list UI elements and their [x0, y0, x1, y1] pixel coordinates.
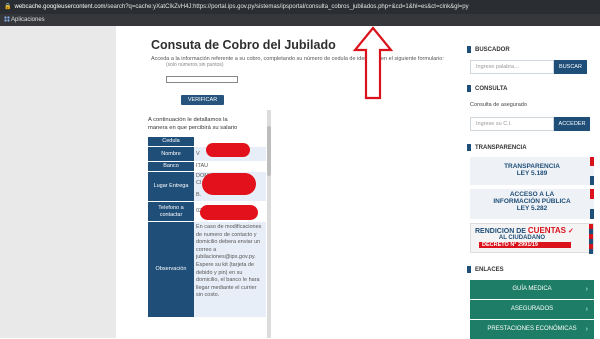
banner2-line3: LEY 5.282: [516, 205, 548, 212]
link-asegurados[interactable]: ASEGURADOS ›: [470, 300, 594, 319]
banner2-line1: ACCESO A LA: [509, 191, 555, 198]
heading-bar: [467, 46, 471, 53]
bookmarks-bar: Aplicaciones: [0, 14, 600, 26]
consulta-heading: CONSULTA: [467, 85, 507, 92]
stripe: [590, 176, 594, 185]
heading-bar: [467, 266, 471, 273]
banner1-line1: TRANSPARENCIA: [504, 163, 560, 170]
telefono-label: Telefono a contactar: [148, 202, 194, 222]
banner2-line2: INFORMACIÓN PÚBLICA: [493, 198, 571, 205]
enlaces-heading: ENLACES: [467, 266, 504, 273]
banner1-line2: LEY 5.189: [516, 170, 548, 177]
stripe: [590, 209, 594, 219]
banco-value: ITAU: [194, 162, 266, 172]
chevron-right-icon: ›: [585, 306, 588, 313]
chevron-right-icon: ›: [585, 286, 588, 293]
left-margin: [0, 26, 116, 338]
bookmark-apps[interactable]: Aplicaciones: [11, 17, 45, 23]
search-input[interactable]: Ingrese palabra...: [470, 60, 554, 74]
chevron-right-icon: ›: [585, 326, 588, 333]
banco-label: Banco: [148, 162, 194, 172]
lugar-label: Lugar Entrega: [148, 172, 194, 202]
banner-transparencia[interactable]: TRANSPARENCIA LEY 5.189: [470, 157, 594, 185]
url-path: /search?q=cache:yXatCIkZvH4J:https://por…: [105, 4, 469, 10]
banner3-line1: RENDICION DE CUENTAS ✓: [471, 224, 593, 235]
consulta-label: Consulta de asegurado: [470, 102, 527, 108]
buscador-heading: BUSCADOR: [467, 46, 510, 53]
result-text: A continuación le detallamos la manera e…: [148, 116, 258, 132]
heading-bar: [467, 144, 471, 151]
link-label: ASEGURADOS: [510, 306, 554, 312]
search-button[interactable]: BUSCAR: [554, 60, 587, 74]
banner3-line2: AL CIUDADANO: [498, 235, 546, 241]
ci-input[interactable]: Ingrese su C.I.: [470, 117, 554, 131]
url-host: webcache.googleusercontent.com: [14, 4, 106, 10]
consulta-title: CONSULTA: [475, 86, 508, 93]
ci-button[interactable]: ACCEDER: [554, 117, 590, 131]
lock-icon: 🔒: [4, 4, 12, 10]
banner-acceso[interactable]: ACCESO A LA INFORMACIÓN PÚBLICA LEY 5.28…: [470, 189, 594, 219]
verify-button[interactable]: VERIFICAR: [181, 95, 224, 105]
page-content: Consuta de Cobro del Jubilado Acceda a l…: [0, 26, 600, 339]
stripe: [590, 157, 594, 166]
observacion-label: Observación: [148, 222, 194, 318]
redaction-name: [206, 143, 250, 157]
result-line-1: A continuación le detallamos la: [148, 117, 228, 123]
link-label: PRESTACIONES ECONÓMICAS: [487, 326, 577, 332]
cedula-label: Cedula: [148, 137, 194, 147]
link-label: GUÍA MEDICA: [512, 286, 552, 292]
enlaces-title: ENLACES: [475, 267, 504, 274]
buscador-title: BUSCADOR: [475, 47, 510, 54]
nombre-label: Nombre: [148, 147, 194, 162]
banner-rendicion[interactable]: RENDICION DE CUENTAS ✓ AL CIUDADANO DECR…: [470, 223, 594, 254]
link-prestaciones[interactable]: PRESTACIONES ECONÓMICAS ›: [470, 320, 594, 339]
result-line-2: manera en que percibirá su salario: [148, 125, 238, 131]
scrollbar-thumb[interactable]: [267, 126, 271, 176]
stripe: [590, 189, 594, 199]
heading-bar: [467, 85, 471, 92]
link-guia-medica[interactable]: GUÍA MEDICA ›: [470, 280, 594, 299]
page-title: Consuta de Cobro del Jubilado: [151, 38, 336, 52]
intro-hint: (solo números sin puntos): [166, 62, 224, 68]
banner3-line1b: CUENTAS: [527, 226, 566, 235]
cedula-input[interactable]: [166, 76, 238, 83]
stripe: [589, 224, 593, 254]
apps-grid-icon[interactable]: [4, 16, 10, 23]
banner3-line1a: RENDICION DE: [475, 228, 526, 235]
annotation-arrow-icon: [353, 26, 393, 100]
redaction-phone: [200, 205, 258, 220]
transparencia-title: TRANSPARENCIA: [475, 145, 527, 152]
observacion-value: En caso de modificaciones de numero de c…: [194, 222, 266, 318]
redaction-address: [202, 173, 256, 195]
address-bar[interactable]: 🔒 webcache.googleusercontent.com/search?q…: [0, 0, 600, 14]
banner3-line3: DECRETO N° 2991/19: [479, 242, 571, 248]
transparencia-heading: TRANSPARENCIA: [467, 144, 527, 151]
check-icon: ✓: [567, 228, 574, 235]
